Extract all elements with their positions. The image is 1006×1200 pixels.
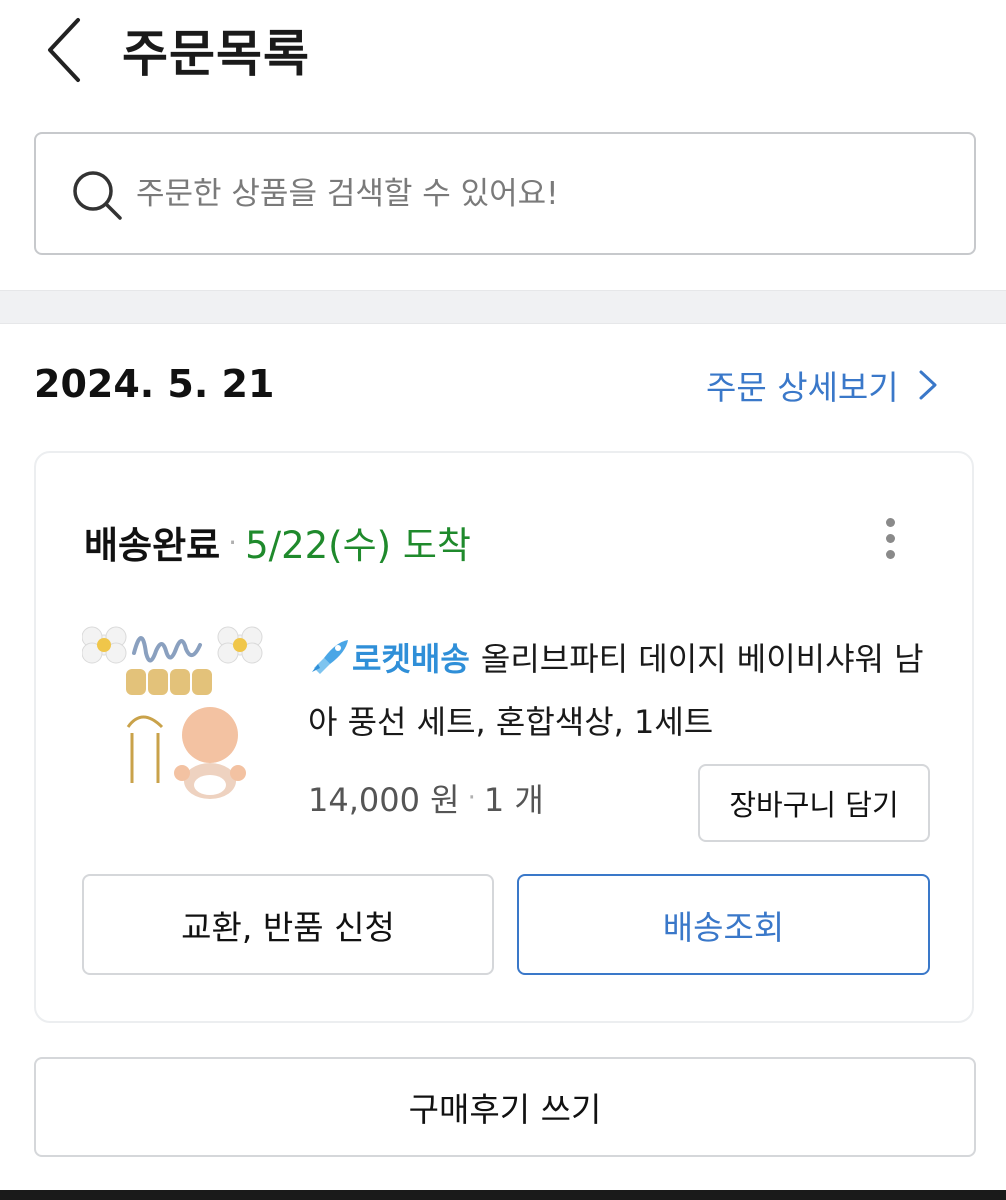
chevron-right-icon <box>919 370 937 400</box>
exchange-return-button[interactable]: 교환, 반품 신청 <box>82 874 494 975</box>
status-label: 배송완료 <box>84 524 221 567</box>
bottom-edge-bar <box>0 1190 1006 1200</box>
order-date: 2024. 5. 21 <box>34 362 275 406</box>
add-to-cart-button[interactable]: 장바구니 담기 <box>698 764 930 842</box>
price-row: 14,000 원 · 1 개 <box>308 775 544 821</box>
order-detail-label: 주문 상세보기 <box>706 368 899 407</box>
delivery-status: 배송완료 · 5/22(수) 도착 <box>84 515 471 569</box>
product-price: 14,000 원 <box>308 781 460 819</box>
search-input[interactable] <box>136 154 936 234</box>
product-thumbnail[interactable] <box>82 623 264 805</box>
rocket-icon <box>312 640 348 674</box>
track-delivery-button[interactable]: 배송조회 <box>517 874 930 975</box>
section-divider <box>0 290 1006 324</box>
arrival-date: 5/22(수) 도착 <box>245 524 471 567</box>
chevron-left-icon <box>48 18 80 82</box>
more-options-icon[interactable] <box>876 515 904 567</box>
search-icon <box>73 171 122 220</box>
separator-dot: · <box>228 525 238 559</box>
rocket-delivery-badge: 로켓배송 <box>308 640 481 678</box>
page-title: 주문목록 <box>122 25 310 83</box>
product-info[interactable]: 로켓배송 올리브파티 데이지 베이비샤워 남아 풍선 세트, 혼합색상, 1세트 <box>308 628 948 754</box>
separator-dot: · <box>467 783 476 813</box>
product-quantity: 1 개 <box>483 781 544 819</box>
order-detail-link[interactable]: 주문 상세보기 <box>706 362 939 408</box>
search-bar[interactable] <box>34 132 976 255</box>
back-button[interactable] <box>40 8 100 88</box>
write-review-button[interactable]: 구매후기 쓰기 <box>34 1057 976 1157</box>
order-card: 배송완료 · 5/22(수) 도착 로켓배송 올리브파티 데이지 베이비샤워 남… <box>34 451 974 1023</box>
header: 주문목록 <box>0 0 1006 110</box>
rocket-delivery-label: 로켓배송 <box>352 640 470 678</box>
